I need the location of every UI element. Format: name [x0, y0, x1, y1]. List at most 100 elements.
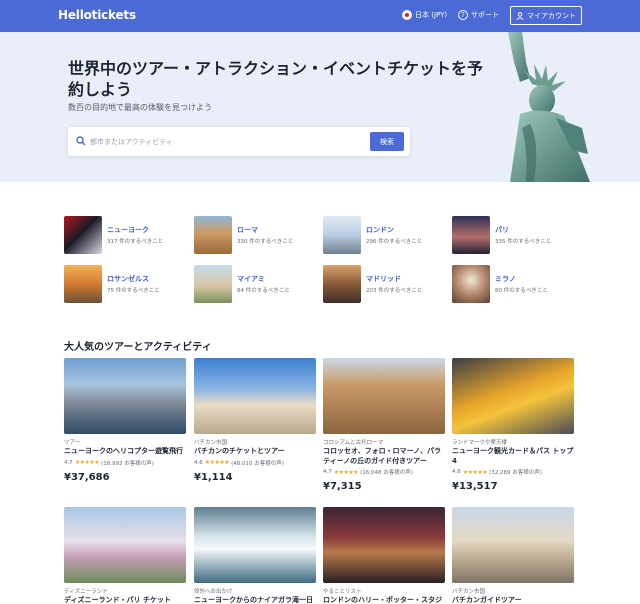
destination-image [452, 265, 490, 303]
star-rating-icon: ★★★★★ [333, 468, 359, 476]
activity-card[interactable]: やることリスト ロンドンのハリー・ポッター・スタジ [323, 507, 445, 604]
destination-image [323, 265, 361, 303]
destination-milan[interactable]: ミラノ 80 件のするべきこと [452, 265, 548, 303]
rating-value: 4.7 [64, 459, 73, 466]
destination-image [64, 265, 102, 303]
rating-value: 4.6 [452, 469, 461, 475]
activity-category: コロシアムと古代ローマ [323, 440, 384, 446]
search-icon [76, 136, 86, 146]
activity-image [194, 358, 316, 434]
destination-image [194, 216, 232, 254]
support-link[interactable]: ? サポート [458, 10, 499, 20]
activity-title: ニューヨーク観光カード＆パス トップ 4 [452, 447, 574, 465]
activity-category: ツアー [64, 440, 81, 446]
destination-count: 335 件のするべきこと [495, 239, 552, 245]
destination-count: 80 件のするべきこと [495, 288, 548, 294]
activity-image [64, 358, 186, 434]
language-currency-selector[interactable]: 日本 (JPY) [402, 10, 447, 20]
destination-los-angeles[interactable]: ロサンゼルス 75 件のするべきこと [64, 265, 160, 303]
destination-london[interactable]: ロンドン 296 件のするべきこと [323, 216, 422, 254]
activity-title: ディズニーランド・パリ チケット [64, 596, 171, 604]
destination-name: ローマ [237, 226, 258, 234]
activity-card[interactable]: ランドマークや摩天楼 ニューヨーク観光カード＆パス トップ 4 4.6 ★★★★… [452, 358, 574, 492]
hero-banner: 世界中のツアー・アトラクション・イベントチケットを予約しよう 数百の目的地で最高… [0, 32, 640, 182]
activity-rating: 4.7 ★★★★★ (18,992 お客様の声) [64, 459, 186, 467]
destination-name: マイアミ [237, 275, 265, 283]
destination-image [64, 216, 102, 254]
activity-image [194, 507, 316, 583]
activity-card[interactable]: バチカン市国 バチカンのチケットとツアー 4.6 ★★★★★ (48,010 お… [194, 358, 316, 483]
support-label: サポート [471, 11, 499, 19]
search-button[interactable]: 検索 [370, 132, 404, 151]
activity-image [64, 507, 186, 583]
activity-price: ¥1,114 [194, 471, 233, 483]
site-logo[interactable]: Hellotickets [58, 8, 136, 22]
destination-count: 296 件のするべきこと [366, 239, 423, 245]
destination-paris[interactable]: パリ 335 件のするべきこと [452, 216, 551, 254]
my-account-button[interactable]: マイアカウント [510, 6, 582, 25]
destination-count: 330 件のするべきこと [237, 239, 294, 245]
activity-card[interactable]: 郊外へお出かけ ニューヨークからのナイアガラ滝一日 [194, 507, 316, 604]
statue-of-liberty-image [508, 32, 590, 182]
star-rating-icon: ★★★★★ [204, 459, 230, 466]
activity-category: ランドマークや摩天楼 [452, 440, 508, 446]
activity-image [323, 507, 445, 583]
destination-image [323, 216, 361, 254]
activity-category: 郊外へお出かけ [194, 589, 233, 595]
japan-flag-icon [402, 10, 412, 20]
review-count: (16,048 お客様の声) [360, 470, 413, 476]
destination-name: ニューヨーク [107, 226, 149, 234]
activity-rating: 4.6 ★★★★★ (48,010 お客様の声) [194, 459, 316, 467]
destination-name: マドリッド [366, 275, 401, 283]
destination-count: 84 件のするべきこと [237, 288, 290, 294]
activity-card[interactable]: バチカン市国 バチカンガイドツアー [452, 507, 574, 604]
activity-image [452, 358, 574, 434]
activity-price: ¥7,315 [323, 481, 362, 492]
star-rating-icon: ★★★★★ [462, 468, 488, 476]
activity-price: ¥37,686 [64, 471, 110, 483]
destination-name: パリ [495, 226, 509, 234]
account-label: マイアカウント [527, 11, 576, 20]
activity-title: バチカンガイドツアー [452, 596, 522, 604]
activity-category: ディズニーランド [64, 589, 108, 595]
destination-madrid[interactable]: マドリッド 203 件のするべきこと [323, 265, 422, 303]
activity-card[interactable]: ディズニーランド ディズニーランド・パリ チケット [64, 507, 186, 604]
search-bar: 検索 [68, 127, 410, 156]
destination-new-york[interactable]: ニューヨーク 317 件のするべきこと [64, 216, 163, 254]
language-label: 日本 (JPY) [415, 11, 448, 19]
destination-rome[interactable]: ローマ 330 件のするべきこと [194, 216, 293, 254]
activity-category: やることリスト [323, 589, 362, 595]
activity-title: バチカンのチケットとツアー [194, 447, 285, 455]
review-count: (48,010 お客様の声) [231, 460, 284, 467]
activity-category: バチカン市国 [452, 589, 486, 595]
destination-count: 75 件のするべきこと [107, 288, 160, 294]
destination-name: ロンドン [366, 226, 394, 234]
activity-rating: 4.7 ★★★★★ (16,048 お客様の声) [323, 468, 445, 477]
popular-section-title: 大人気のツアーとアクティビティ [64, 342, 212, 353]
destination-count: 317 件のするべきこと [107, 239, 164, 245]
rating-value: 4.7 [323, 469, 332, 475]
activity-image [452, 507, 574, 583]
activity-category: バチカン市国 [194, 440, 228, 446]
destination-name: ミラノ [495, 275, 516, 283]
activity-rating: 4.6 ★★★★★ (32,289 お客様の声) [452, 468, 574, 477]
help-icon: ? [458, 10, 468, 20]
activity-title: ロンドンのハリー・ポッター・スタジ [323, 596, 442, 604]
destination-miami[interactable]: マイアミ 84 件のするべきこと [194, 265, 290, 303]
destination-count: 203 件のするべきこと [366, 288, 423, 294]
user-icon [516, 11, 524, 20]
activity-price: ¥13,517 [452, 481, 498, 492]
activity-card[interactable]: ツアー ニューヨークのヘリコプター遊覧飛行 4.7 ★★★★★ (18,992 … [64, 358, 186, 483]
star-rating-icon: ★★★★★ [74, 459, 100, 466]
destination-name: ロサンゼルス [107, 275, 149, 283]
activity-image [323, 358, 445, 434]
activity-title: コロッセオ、フォロ・ロマーノ、パラティーノの丘のガイド付きツアー [323, 447, 442, 465]
hero-title: 世界中のツアー・アトラクション・イベントチケットを予約しよう [68, 59, 484, 99]
hero-subtitle: 数百の目的地で最高の体験を見つけよう [68, 103, 212, 112]
search-input[interactable] [90, 133, 360, 150]
top-navigation-bar: Hellotickets 日本 (JPY) ? サポート マイアカウント [0, 0, 640, 32]
review-count: (18,992 お客様の声) [101, 460, 154, 467]
activity-card[interactable]: コロシアムと古代ローマ コロッセオ、フォロ・ロマーノ、パラティーノの丘のガイド付… [323, 358, 445, 492]
rating-value: 4.6 [194, 459, 203, 466]
destination-image [452, 216, 490, 254]
